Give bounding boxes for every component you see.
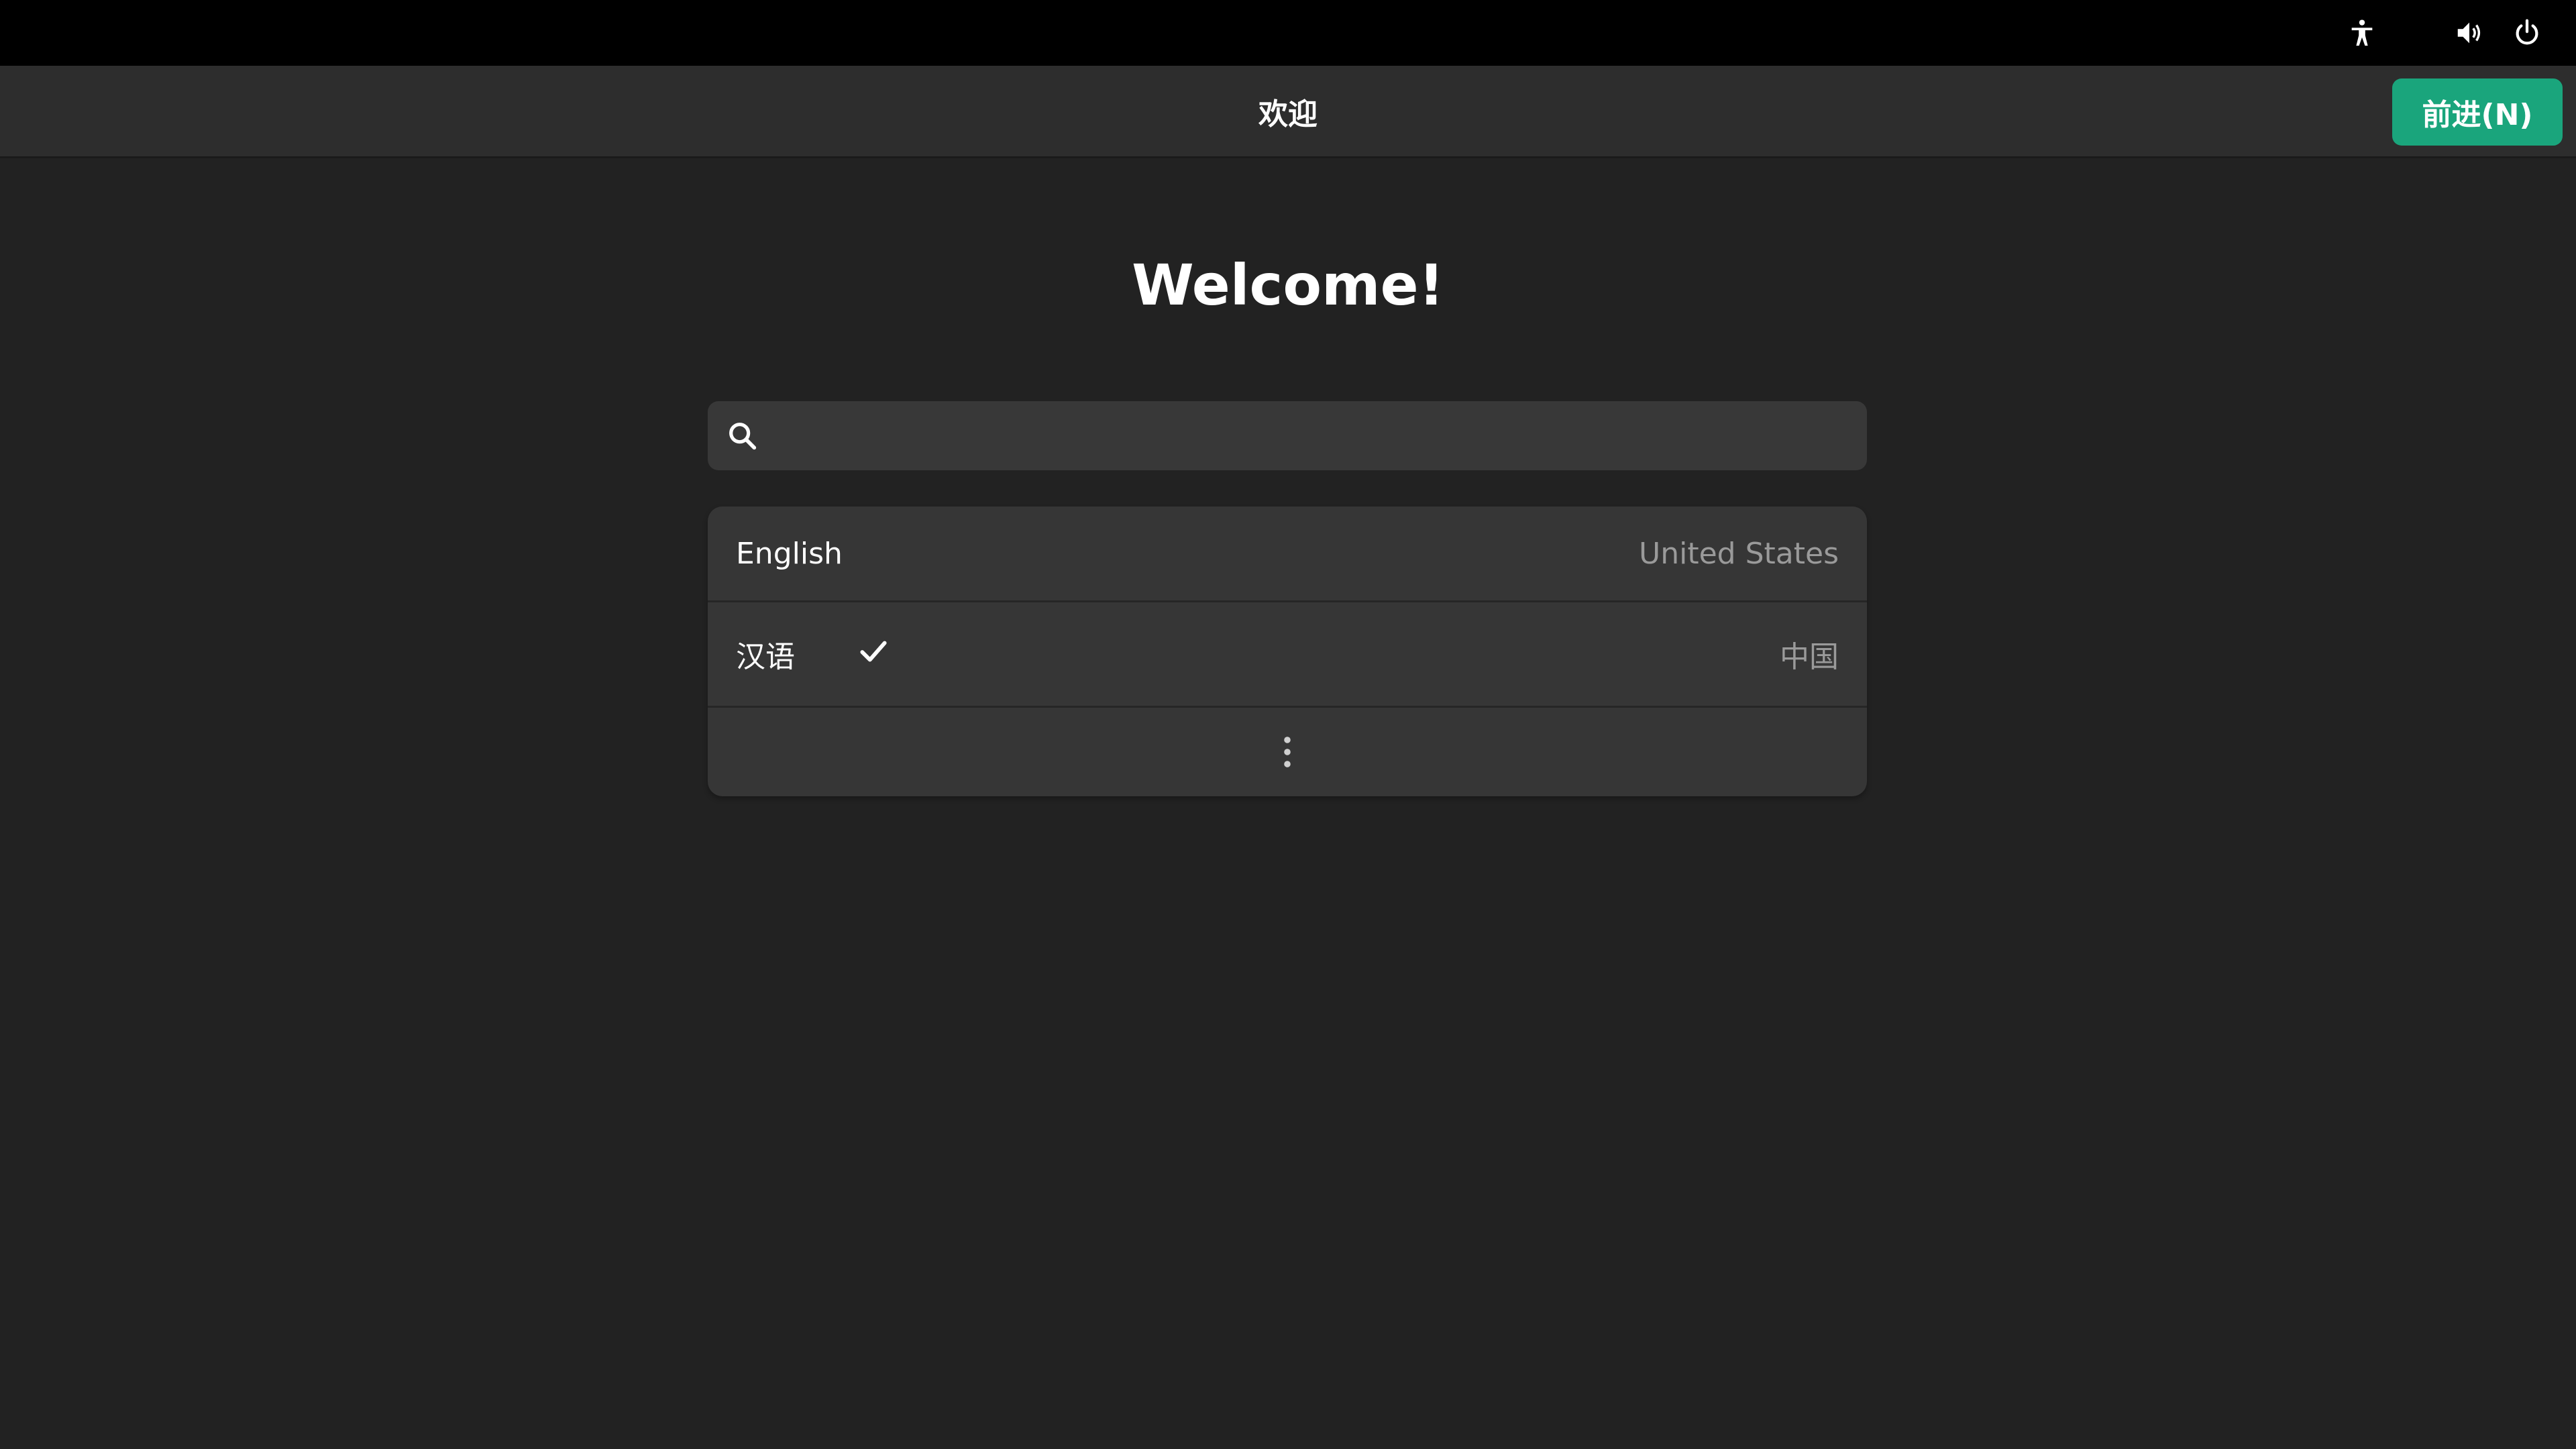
more-vertical-icon <box>1284 737 1291 767</box>
next-button[interactable]: 前进(N) <box>2392 78 2563 146</box>
power-icon[interactable] <box>2510 16 2544 50</box>
language-row-english[interactable]: English United States <box>708 506 1867 602</box>
search-input[interactable] <box>775 401 1848 470</box>
language-region: United States <box>1639 536 1839 571</box>
language-search-field[interactable] <box>708 401 1867 470</box>
language-region: 中国 <box>1780 640 1839 674</box>
more-languages-row[interactable] <box>708 708 1867 796</box>
checkmark-icon <box>860 641 887 662</box>
page-title: 欢迎 <box>1258 97 1318 131</box>
header-bar: 欢迎 前进(N) <box>0 66 2576 158</box>
system-top-bar <box>0 0 2576 66</box>
language-name: 汉语 <box>736 640 795 674</box>
accessibility-icon[interactable] <box>2345 16 2379 50</box>
language-name: English <box>736 536 843 571</box>
volume-icon[interactable] <box>2453 16 2486 50</box>
language-list: English United States 汉语 中国 <box>708 506 1867 796</box>
language-row-chinese[interactable]: 汉语 中国 <box>708 602 1867 708</box>
search-icon <box>729 423 757 450</box>
welcome-heading: Welcome! <box>1132 252 1444 318</box>
